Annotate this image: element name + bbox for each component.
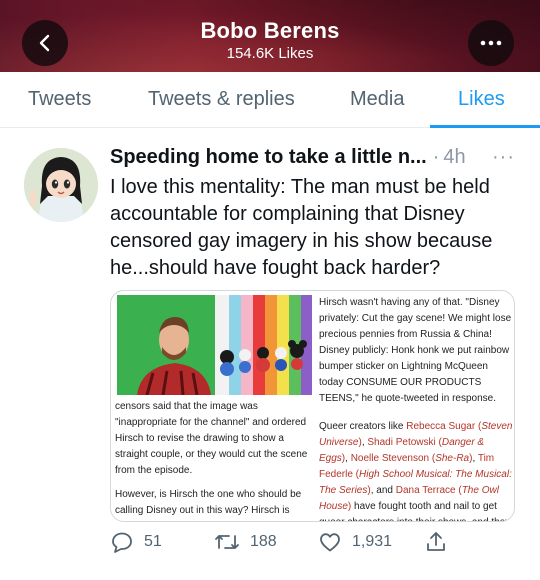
- retweet-icon: [215, 535, 239, 549]
- separator-dot: ·: [432, 146, 440, 168]
- profile-header: Bobo Berens 154.6K Likes: [0, 0, 540, 72]
- share-icon: [427, 532, 445, 551]
- tab-tweets[interactable]: Tweets: [28, 88, 91, 111]
- article-photo: [117, 295, 312, 395]
- more-dots-icon: [480, 40, 502, 46]
- creator-link: Noelle Stevenson (She-Ra): [350, 453, 473, 464]
- avatar[interactable]: [24, 148, 98, 222]
- tweet-author-title[interactable]: Speeding home to take a little n...: [110, 146, 427, 168]
- active-tab-indicator: [430, 125, 540, 128]
- share-button[interactable]: [424, 530, 448, 554]
- tweet-text: I love this mentality: The man must be h…: [110, 176, 493, 279]
- article-paragraph-creators: Queer creators like Rebecca Sugar (Steve…: [319, 419, 513, 521]
- tab-likes[interactable]: Likes: [458, 88, 505, 111]
- tab-media[interactable]: Media: [350, 88, 404, 111]
- profile-tabs: Tweets Tweets & replies Media Likes: [0, 72, 540, 128]
- article-left-column: censors said that the image was "inappro…: [115, 399, 315, 521]
- like-button[interactable]: 1,931: [318, 530, 392, 554]
- tweet-actions: 51 188 1,931: [110, 530, 530, 560]
- likes-count: 154.6K Likes: [226, 45, 314, 62]
- more-button[interactable]: [468, 20, 514, 66]
- tweet-timestamp[interactable]: 4h: [443, 146, 465, 168]
- reply-count: 51: [144, 533, 162, 550]
- article-paragraph: censors said that the image was "inappro…: [115, 401, 308, 476]
- reply-icon: [112, 532, 132, 553]
- tweet-header: Speeding home to take a little n... · 4h: [110, 146, 466, 169]
- like-heart-icon: [320, 533, 340, 552]
- text-fragment: Queer creators like: [319, 421, 407, 432]
- tweet-more-icon[interactable]: ···: [492, 146, 515, 169]
- article-right-column: Hirsch wasn't having any of that. "Disne…: [319, 295, 513, 521]
- avatar-cartoon-image: [24, 148, 98, 222]
- tweet-media-image[interactable]: censors said that the image was "inappro…: [110, 290, 515, 522]
- reply-button[interactable]: 51: [110, 530, 162, 554]
- retweet-button[interactable]: 188: [214, 530, 277, 554]
- retweet-count: 188: [250, 533, 277, 550]
- like-count: 1,931: [352, 533, 393, 550]
- article-paragraph: However, is Hirsch the one who should be…: [115, 489, 302, 516]
- tab-tweets-replies[interactable]: Tweets & replies: [148, 88, 295, 111]
- profile-name: Bobo Berens: [200, 18, 340, 43]
- article-paragraph: Hirsch wasn't having any of that. "Disne…: [319, 297, 512, 404]
